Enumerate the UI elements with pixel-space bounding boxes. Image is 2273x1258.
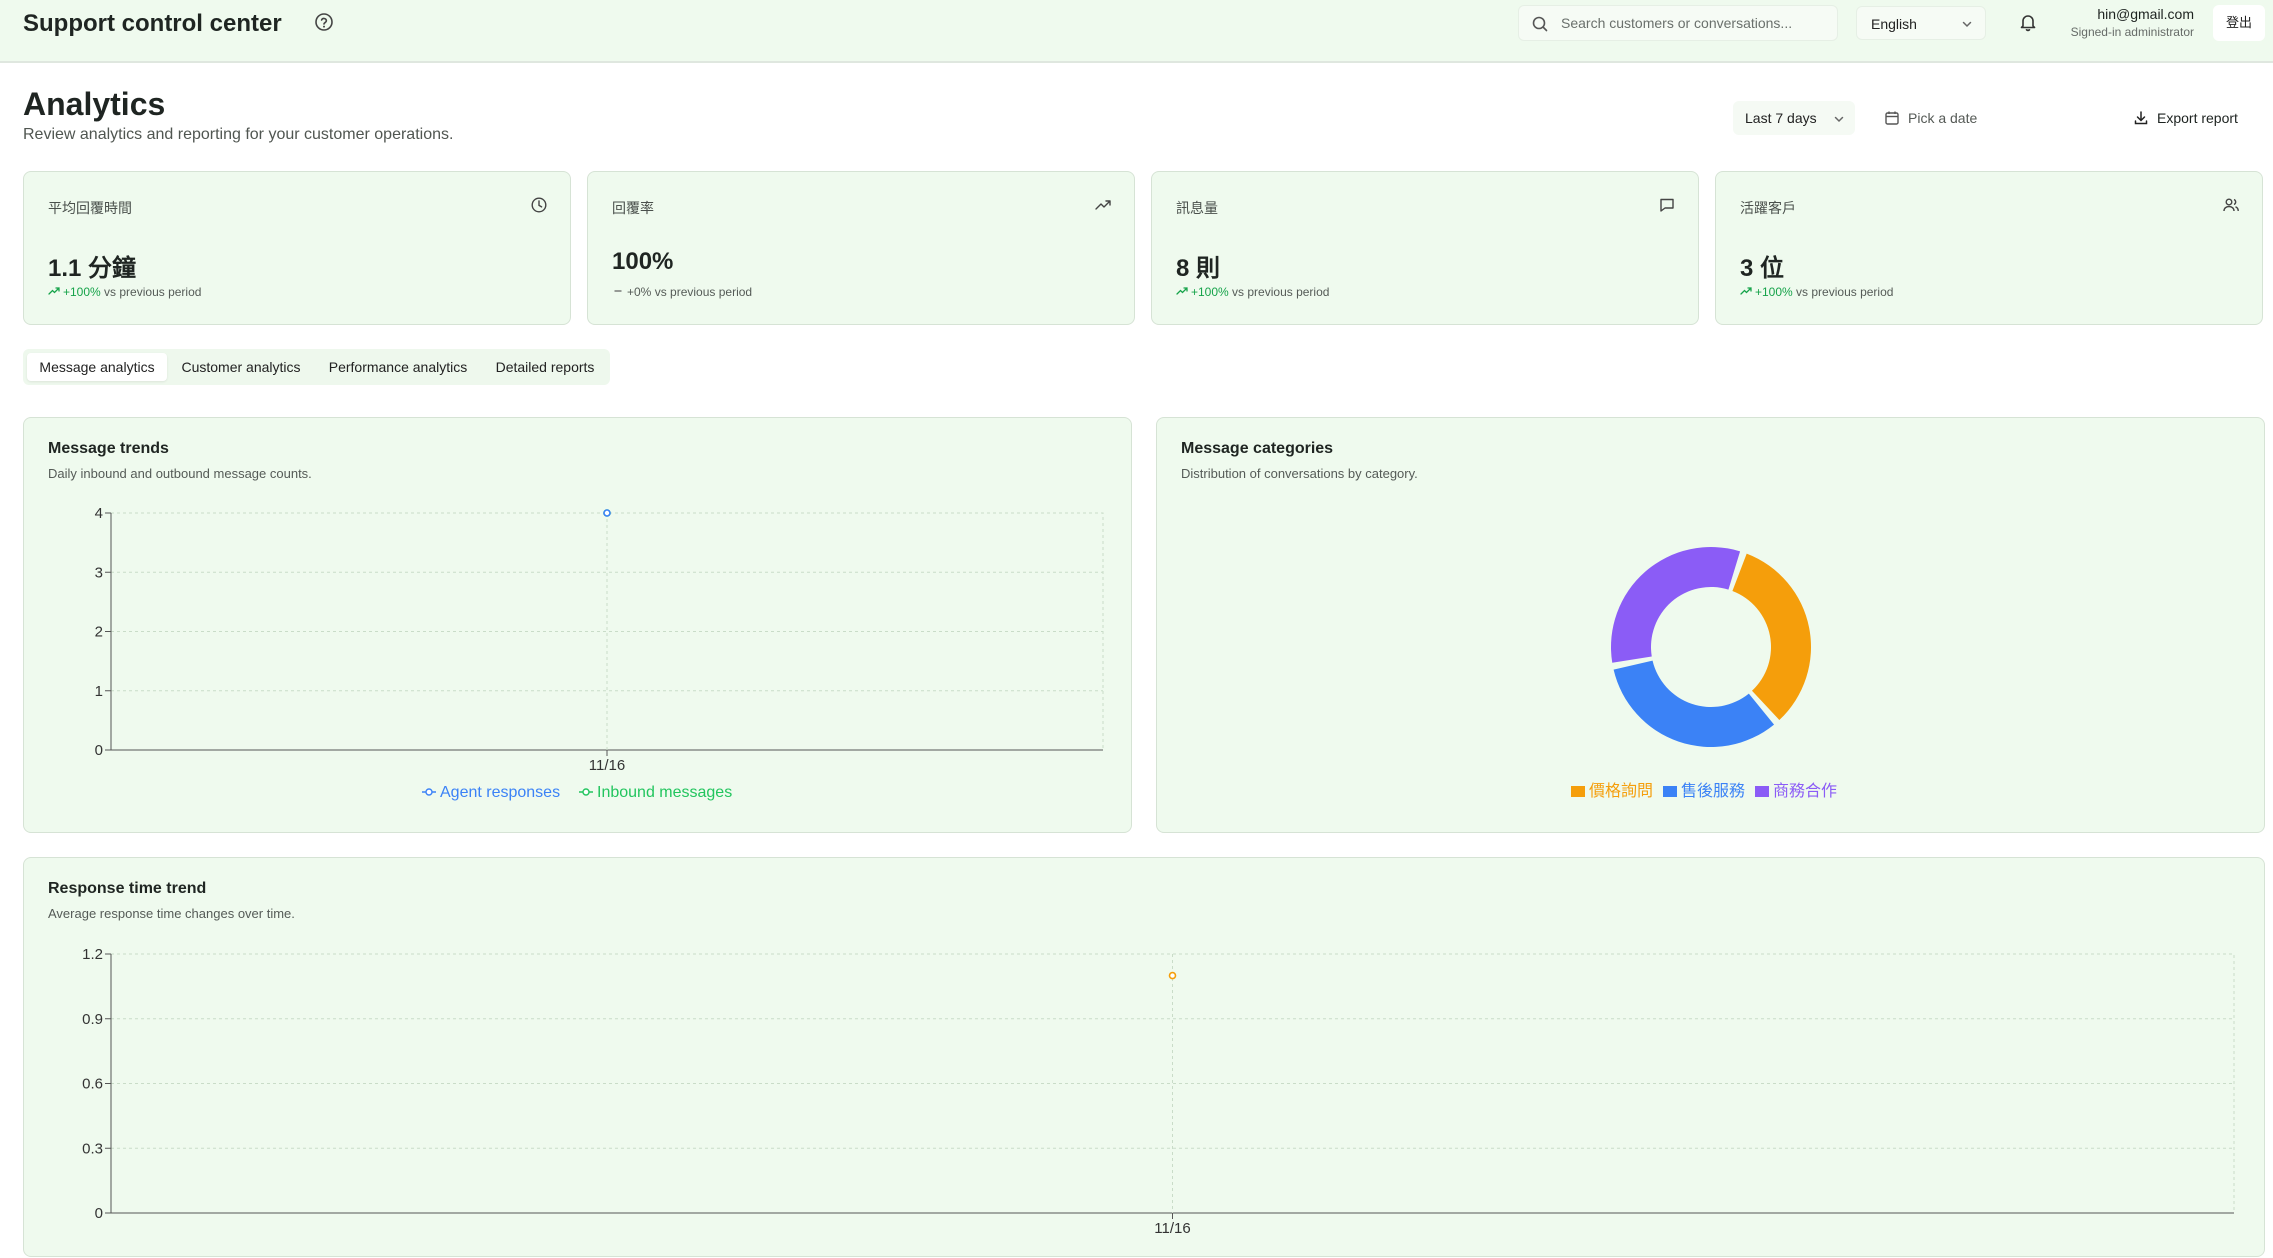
data-point: [603, 509, 611, 517]
donut-slice: [1613, 660, 1775, 747]
analytics-tabs: Message analytics Customer analytics Per…: [23, 349, 610, 385]
kpi-value: 8 則: [1176, 255, 1221, 282]
download-icon: [2134, 111, 2148, 125]
kpi-card-active-customers: 活躍客戶 3 位 +100% vs previous period: [1715, 171, 2263, 325]
kpi-label: 活躍客戶: [1740, 200, 1796, 216]
message-categories-panel: Message categories Distribution of conve…: [1156, 417, 2265, 833]
legend-marker: [425, 788, 433, 796]
chart-legend: Agent responses Inbound messages: [422, 784, 732, 801]
date-picker-placeholder: Pick a date: [1908, 110, 1978, 126]
kpi-trend-value: +100%: [1755, 285, 1793, 299]
users-icon: [2222, 196, 2240, 217]
plot-frame: [110, 512, 1104, 751]
kpi-label: 訊息量: [1176, 200, 1218, 216]
kpi-value: 1.1 分鐘: [48, 255, 137, 282]
top-bar: Support control center English hin@gmail…: [0, 0, 2273, 63]
kpi-trend-suffix: vs previous period: [654, 285, 753, 299]
y-tick-label: 2: [95, 624, 103, 641]
y-tick-label: 3: [95, 564, 103, 581]
clock-icon: [530, 196, 548, 217]
x-tick-label: 11/16: [1154, 1220, 1190, 1237]
kpi-trend: +100% vs previous period: [1176, 285, 1329, 299]
language-value: English: [1871, 16, 1917, 32]
kpi-trend-value: +100%: [63, 285, 101, 299]
y-tick-label: 0.6: [82, 1076, 103, 1093]
page-title: Analytics: [23, 86, 166, 122]
donut-slice: [1611, 547, 1741, 663]
kpi-value: 3 位: [1740, 255, 1785, 282]
donut-slice: [1732, 553, 1811, 721]
y-tick-label: 0: [95, 1205, 103, 1222]
legend-label: Inbound messages: [597, 784, 732, 801]
legend-label: 售後服務: [1681, 781, 1745, 800]
app-title: Support control center: [23, 10, 282, 37]
kpi-card-message-volume: 訊息量 8 則 +100% vs previous period: [1151, 171, 1699, 325]
kpi-trend: +100% vs previous period: [48, 285, 201, 299]
tab-detailed-reports[interactable]: Detailed reports: [485, 353, 605, 381]
export-report-label: Export report: [2157, 110, 2238, 126]
legend-label: Agent responses: [440, 784, 560, 801]
legend-swatch: [1663, 786, 1677, 797]
message-trends-chart: 0 1 2 3 4 11/16 Agent responses Inbound message…: [95, 505, 1104, 801]
message-trends-panel: Message trends Daily inbound and outboun…: [23, 417, 1132, 833]
trending-up-icon: [1740, 287, 1752, 295]
bell-icon[interactable]: [2018, 12, 2038, 35]
kpi-label: 回覆率: [612, 200, 654, 216]
minus-icon: [614, 290, 622, 292]
trending-up-icon: [48, 287, 60, 295]
date-range-select[interactable]: Last 7 days: [1733, 101, 1855, 135]
chart-legend: 價格詢問 售後服務 商務合作: [1571, 781, 1837, 800]
response-time-panel: Response time trend Average response tim…: [23, 857, 2265, 1257]
legend-marker: [582, 788, 590, 796]
trending-up-icon: [1094, 196, 1112, 217]
y-tick-label: 0.9: [82, 1011, 103, 1028]
kpi-trend: +0% vs previous period: [612, 285, 752, 299]
legend-swatch: [1571, 786, 1585, 797]
search-input[interactable]: [1561, 10, 1831, 36]
kpi-trend-value: +100%: [1191, 285, 1229, 299]
x-tick-label: 11/16: [589, 757, 625, 774]
trending-up-icon: [1176, 287, 1188, 295]
export-report-button[interactable]: Export report: [2123, 101, 2258, 135]
language-select[interactable]: English: [1856, 6, 1986, 40]
help-icon[interactable]: [314, 12, 334, 32]
message-categories-chart: 價格詢問 售後服務 商務合作: [1571, 547, 1837, 800]
kpi-trend: +100% vs previous period: [1740, 285, 1893, 299]
kpi-trend-suffix: vs previous period: [104, 285, 202, 299]
tab-message-analytics[interactable]: Message analytics: [27, 353, 167, 381]
page-subtitle: Review analytics and reporting for your …: [23, 126, 454, 143]
kpi-value: 100%: [612, 248, 674, 275]
message-icon: [1658, 196, 1676, 217]
response-time-chart: 0 0.3 0.6 0.9 1.2 11/16: [82, 946, 2235, 1237]
logout-button[interactable]: 登出: [2213, 5, 2265, 41]
user-role: Signed-in administrator: [2070, 25, 2194, 39]
y-tick-label: 1.2: [82, 946, 103, 963]
kpi-trend-suffix: vs previous period: [1232, 285, 1330, 299]
user-email: hin@gmail.com: [2097, 6, 2194, 22]
kpi-card-reply-rate: 回覆率 100% +0% vs previous period: [587, 171, 1135, 325]
chevron-down-icon: [1834, 116, 1844, 123]
tab-customer-analytics[interactable]: Customer analytics: [171, 353, 311, 381]
legend-swatch: [1755, 786, 1769, 797]
search-box[interactable]: [1518, 5, 1838, 41]
calendar-icon: [1885, 111, 1899, 125]
legend-label: 價格詢問: [1589, 781, 1653, 800]
data-point: [1168, 971, 1177, 980]
y-tick-label: 1: [95, 683, 103, 700]
kpi-trend-value: +0%: [627, 285, 652, 299]
tab-performance-analytics[interactable]: Performance analytics: [315, 353, 481, 381]
date-range-value: Last 7 days: [1745, 110, 1817, 126]
kpi-card-response-time: 平均回覆時間 1.1 分鐘 +100% vs previous period: [23, 171, 571, 325]
chevron-down-icon: [1962, 21, 1972, 28]
search-icon: [1532, 16, 1548, 32]
date-picker[interactable]: Pick a date: [1878, 101, 2098, 135]
y-tick-label: 0: [95, 742, 103, 759]
y-tick-label: 0.3: [82, 1140, 103, 1157]
y-tick-label: 4: [95, 505, 103, 522]
kpi-label: 平均回覆時間: [48, 200, 132, 216]
kpi-trend-suffix: vs previous period: [1796, 285, 1894, 299]
legend-label: 商務合作: [1773, 781, 1837, 800]
